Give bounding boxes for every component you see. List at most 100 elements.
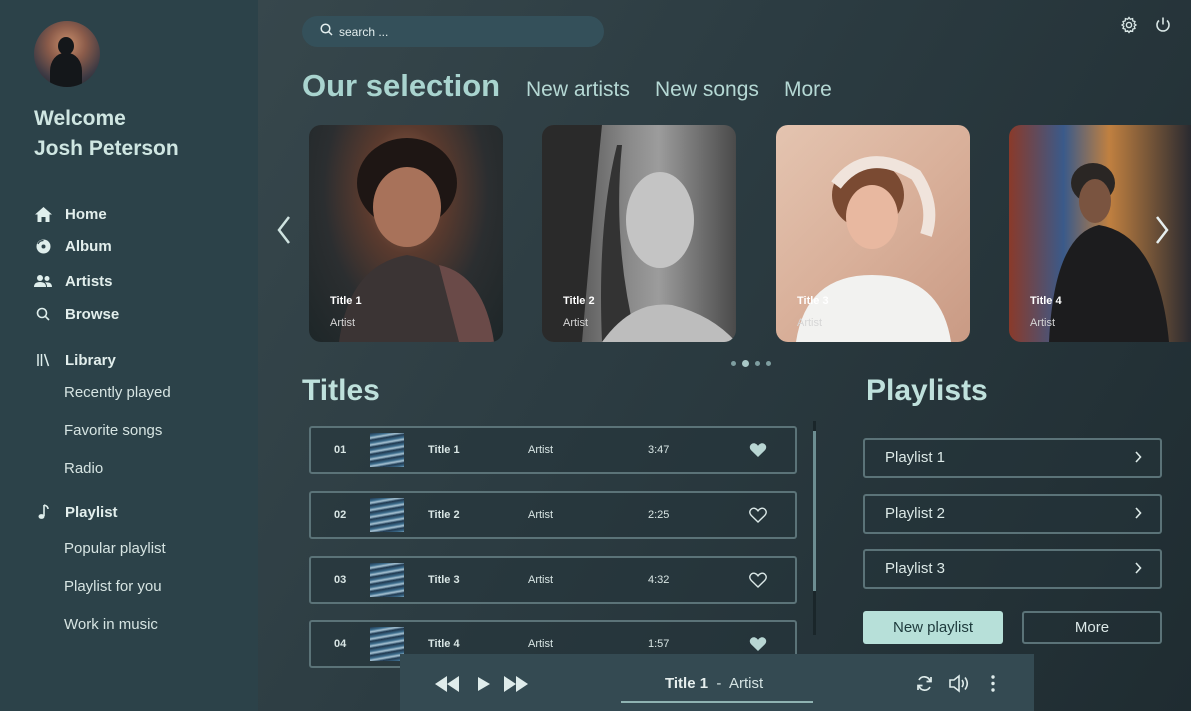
now-playing-artist: Artist — [728, 675, 764, 692]
now-playing-separator: - — [716, 675, 722, 692]
fast-forward-button[interactable] — [503, 675, 529, 698]
tab-new-songs[interactable]: New songs — [655, 78, 759, 102]
playlist-item[interactable]: Playlist 3 — [863, 549, 1162, 589]
card-photo — [339, 138, 494, 342]
nav-library[interactable]: Library — [34, 351, 116, 369]
chevron-left-icon — [277, 216, 290, 244]
nav-playlist[interactable]: Playlist — [34, 503, 118, 521]
track-artist: Artist — [528, 638, 554, 650]
new-playlist-button[interactable]: New playlist — [863, 611, 1003, 644]
heart-icon[interactable] — [749, 507, 767, 523]
tab-new-artists[interactable]: New artists — [526, 78, 630, 102]
titles-scrollbar-thumb[interactable] — [813, 431, 816, 591]
library-favorite-songs[interactable]: Favorite songs — [64, 422, 162, 439]
track-thumbnail — [370, 627, 404, 661]
carousel-card[interactable]: Title 3 Artist — [776, 125, 970, 342]
more-options-icon[interactable] — [991, 675, 995, 697]
home-icon — [34, 205, 52, 223]
card-title: Title 2 — [563, 295, 595, 307]
track-number: 04 — [334, 638, 347, 650]
playlist-item-label: Playlist 2 — [885, 505, 946, 522]
repeat-button[interactable] — [915, 674, 934, 698]
track-number: 01 — [334, 444, 347, 456]
chevron-right-icon — [1135, 507, 1142, 519]
search-icon — [34, 305, 52, 323]
heart-icon[interactable] — [749, 572, 767, 588]
table-row[interactable]: 02 Title 2 Artist 2:25 — [309, 491, 797, 539]
avatar[interactable] — [34, 21, 100, 87]
play-icon — [478, 677, 490, 691]
heart-icon[interactable] — [749, 636, 767, 652]
library-radio[interactable]: Radio — [64, 460, 103, 477]
nav-browse-label: Browse — [65, 305, 120, 323]
chevron-right-icon — [1135, 562, 1142, 574]
playlist-work-in-music[interactable]: Work in music — [64, 616, 158, 633]
nav-artists[interactable]: Artists — [34, 272, 113, 290]
card-title: Title 1 — [330, 295, 362, 307]
chevron-right-icon — [1135, 451, 1142, 463]
pagination-dot[interactable] — [731, 361, 736, 366]
card-title: Title 3 — [797, 295, 829, 307]
track-title: Title 1 — [428, 444, 460, 456]
sidebar: Welcome Josh Peterson Home Album Artists… — [0, 0, 258, 711]
playlist-item[interactable]: Playlist 1 — [863, 438, 1162, 478]
people-icon — [34, 272, 52, 290]
pagination-dot[interactable] — [742, 360, 749, 367]
titles-heading: Titles — [302, 374, 380, 407]
track-thumbnail — [370, 433, 404, 467]
tab-more[interactable]: More — [784, 78, 832, 102]
playlists-heading: Playlists — [866, 374, 988, 407]
carousel-card[interactable]: Title 1 Artist — [309, 125, 503, 342]
carousel-card[interactable]: Title 2 Artist — [542, 125, 736, 342]
fast-forward-icon — [504, 676, 528, 692]
volume-button[interactable] — [949, 674, 971, 698]
nav-album-label: Album — [65, 237, 112, 255]
gear-icon[interactable] — [1120, 16, 1138, 34]
carousel-next-button[interactable] — [1155, 215, 1169, 250]
nav-browse[interactable]: Browse — [34, 305, 119, 323]
playlist-for-you[interactable]: Playlist for you — [64, 578, 162, 595]
album-icon — [34, 237, 52, 255]
chevron-right-icon — [1156, 216, 1169, 244]
library-recently-played[interactable]: Recently played — [64, 384, 171, 401]
now-playing-title: Title 1 — [665, 675, 709, 692]
track-artist: Artist — [528, 574, 554, 586]
track-duration: 4:32 — [648, 574, 670, 586]
volume-icon — [949, 674, 969, 693]
power-icon[interactable] — [1154, 16, 1172, 34]
track-artist: Artist — [528, 509, 554, 521]
playlist-popular[interactable]: Popular playlist — [64, 540, 166, 557]
welcome-text: Welcome Josh Peterson — [34, 104, 179, 164]
card-artist: Artist — [563, 317, 589, 329]
more-playlists-button[interactable]: More — [1022, 611, 1162, 644]
heart-icon[interactable] — [749, 442, 767, 458]
player-bar: Title 1 - Artist — [400, 654, 1034, 711]
rewind-button[interactable] — [434, 675, 460, 698]
search-bar[interactable] — [302, 16, 604, 47]
playback-progress-bar[interactable] — [621, 701, 813, 703]
carousel-prev-button[interactable] — [277, 215, 291, 250]
nav-playlist-label: Playlist — [65, 503, 118, 521]
track-duration: 1:57 — [648, 638, 670, 650]
track-duration: 2:25 — [648, 509, 670, 521]
now-playing: Title 1 - Artist — [665, 675, 763, 692]
card-photo — [542, 125, 736, 342]
nav-home[interactable]: Home — [34, 205, 107, 223]
main-content: Our selection New artists New songs More… — [258, 0, 1191, 711]
track-duration: 3:47 — [648, 444, 670, 456]
search-input[interactable] — [339, 24, 579, 39]
table-row[interactable]: 01 Title 1 Artist 3:47 — [309, 426, 797, 474]
track-thumbnail — [370, 563, 404, 597]
nav-album[interactable]: Album — [34, 237, 112, 255]
play-button[interactable] — [477, 676, 491, 697]
nav-library-label: Library — [65, 351, 116, 369]
library-icon — [34, 351, 52, 369]
pagination-dot[interactable] — [755, 361, 760, 366]
page-title: Our selection — [302, 68, 501, 103]
card-artist: Artist — [1030, 317, 1056, 329]
track-title: Title 3 — [428, 574, 460, 586]
card-artist: Artist — [330, 317, 356, 329]
table-row[interactable]: 03 Title 3 Artist 4:32 — [309, 556, 797, 604]
playlist-item[interactable]: Playlist 2 — [863, 494, 1162, 534]
pagination-dot[interactable] — [766, 361, 771, 366]
